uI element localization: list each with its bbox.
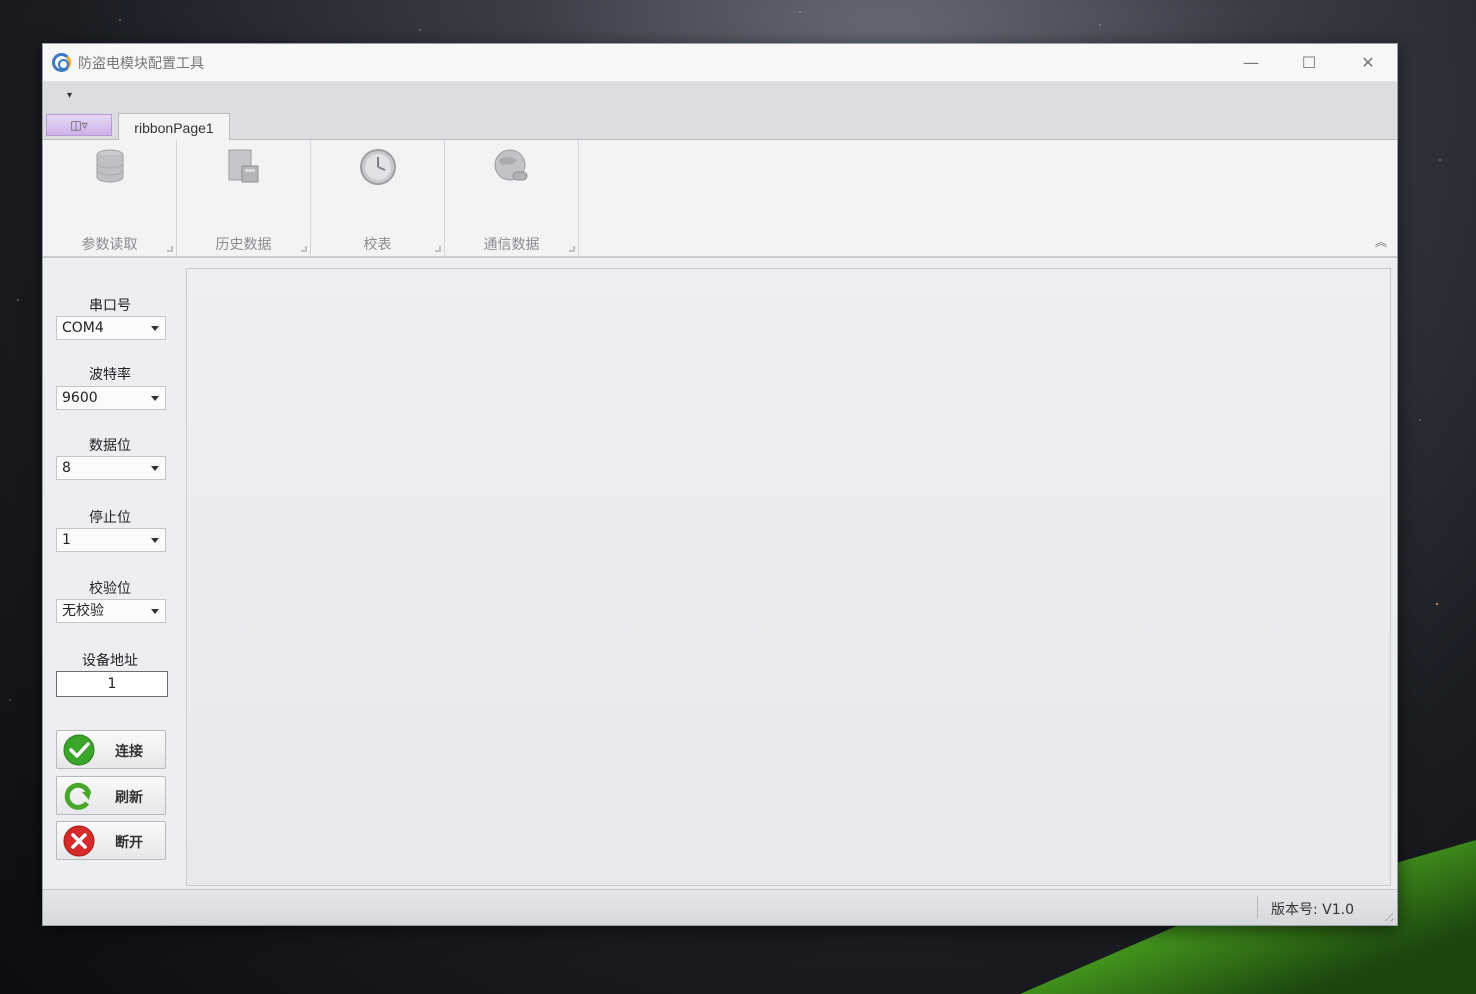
ribbon-group-label: 通信数据: [483, 237, 540, 253]
group-options-icon[interactable]: [167, 246, 173, 252]
baud-value: 9600: [62, 390, 98, 406]
refresh-button[interactable]: 刷新: [56, 776, 166, 815]
group-options-icon[interactable]: [435, 246, 441, 252]
resize-grip-icon[interactable]: [1381, 909, 1393, 921]
disconnect-label: 断开: [115, 835, 143, 851]
ribbon-group-meter-calibration[interactable]: 校表: [311, 140, 445, 256]
app-window: 防盗电模块配置工具 — ☐ ✕ ▾ ◫▿ ribbonPage1 参数读取 历史…: [42, 43, 1398, 926]
baud-select[interactable]: 9600: [56, 386, 166, 410]
app-logo-icon: [52, 53, 71, 72]
baud-label: 波特率: [89, 367, 131, 383]
ribbon-group-history-data[interactable]: 历史数据: [177, 140, 311, 256]
ribbon-group-label: 校表: [363, 237, 392, 253]
group-options-icon[interactable]: [301, 246, 307, 252]
connect-label: 连接: [115, 744, 143, 760]
chevron-down-icon[interactable]: [151, 609, 159, 614]
refresh-icon: [63, 780, 95, 812]
port-select[interactable]: COM4: [56, 316, 166, 340]
databits-value: 8: [62, 460, 71, 476]
chevron-down-icon[interactable]: [151, 326, 159, 331]
customize-toolbar-dropdown-icon[interactable]: ▾: [67, 90, 72, 101]
databits-select[interactable]: 8: [56, 456, 166, 480]
collapse-ribbon-icon[interactable]: ︽: [1375, 233, 1387, 250]
ribbon-group-param-read[interactable]: 参数读取: [43, 140, 177, 256]
clock-icon: [359, 148, 397, 186]
status-bar: 版本号: V1.0: [43, 889, 1397, 925]
parity-label: 校验位: [89, 581, 131, 597]
ribbon-tabs: ◫▿ ribbonPage1: [43, 112, 1397, 141]
parity-value: 无校验: [62, 603, 104, 619]
version-text: 版本号: V1.0: [1271, 902, 1355, 918]
address-label: 设备地址: [82, 653, 138, 669]
minimize-button[interactable]: —: [1231, 50, 1271, 76]
chevron-down-icon[interactable]: [151, 538, 159, 543]
window-title: 防盗电模块配置工具: [78, 56, 204, 72]
ribbon-panel: 参数读取 历史数据 校表 通信数据 ︽: [43, 140, 1397, 258]
status-separator: [1257, 896, 1258, 918]
close-circle-icon: [63, 825, 95, 857]
main-area: 串口号 COM4 波特率 9600 数据位 8 停止位 1 校验位 无校验 设备…: [43, 258, 1397, 887]
ribbon-group-label: 参数读取: [81, 237, 138, 253]
settings-panel: 串口号 COM4 波特率 9600 数据位 8 停止位 1 校验位 无校验 设备…: [43, 258, 184, 887]
content-panel: [186, 268, 1391, 886]
stopbits-select[interactable]: 1: [56, 528, 166, 552]
disconnect-button[interactable]: 断开: [56, 821, 166, 860]
chevron-down-icon[interactable]: [151, 396, 159, 401]
quick-access-toolbar: ▾: [43, 82, 1397, 112]
port-label: 串口号: [89, 298, 131, 314]
history-data-icon: [225, 148, 263, 186]
port-value: COM4: [62, 320, 104, 336]
databits-label: 数据位: [89, 438, 131, 454]
stopbits-value: 1: [62, 532, 71, 548]
title-bar: 防盗电模块配置工具 — ☐ ✕: [43, 44, 1397, 82]
checkmark-icon: [63, 734, 95, 766]
maximize-button[interactable]: ☐: [1289, 50, 1329, 76]
chevron-down-icon[interactable]: [151, 466, 159, 471]
refresh-label: 刷新: [115, 790, 143, 806]
ribbon-group-label: 历史数据: [215, 237, 272, 253]
close-button[interactable]: ✕: [1348, 50, 1388, 76]
database-icon: [91, 148, 129, 186]
stopbits-label: 停止位: [89, 510, 131, 526]
ribbon-group-comm-data[interactable]: 通信数据: [445, 140, 579, 256]
address-input[interactable]: 1: [56, 671, 168, 697]
tab-ribbonpage1[interactable]: ribbonPage1: [118, 113, 230, 141]
connect-button[interactable]: 连接: [56, 730, 166, 769]
application-menu-button[interactable]: ◫▿: [46, 114, 112, 136]
parity-select[interactable]: 无校验: [56, 599, 166, 623]
group-options-icon[interactable]: [569, 246, 575, 252]
globe-network-icon: [493, 148, 531, 186]
